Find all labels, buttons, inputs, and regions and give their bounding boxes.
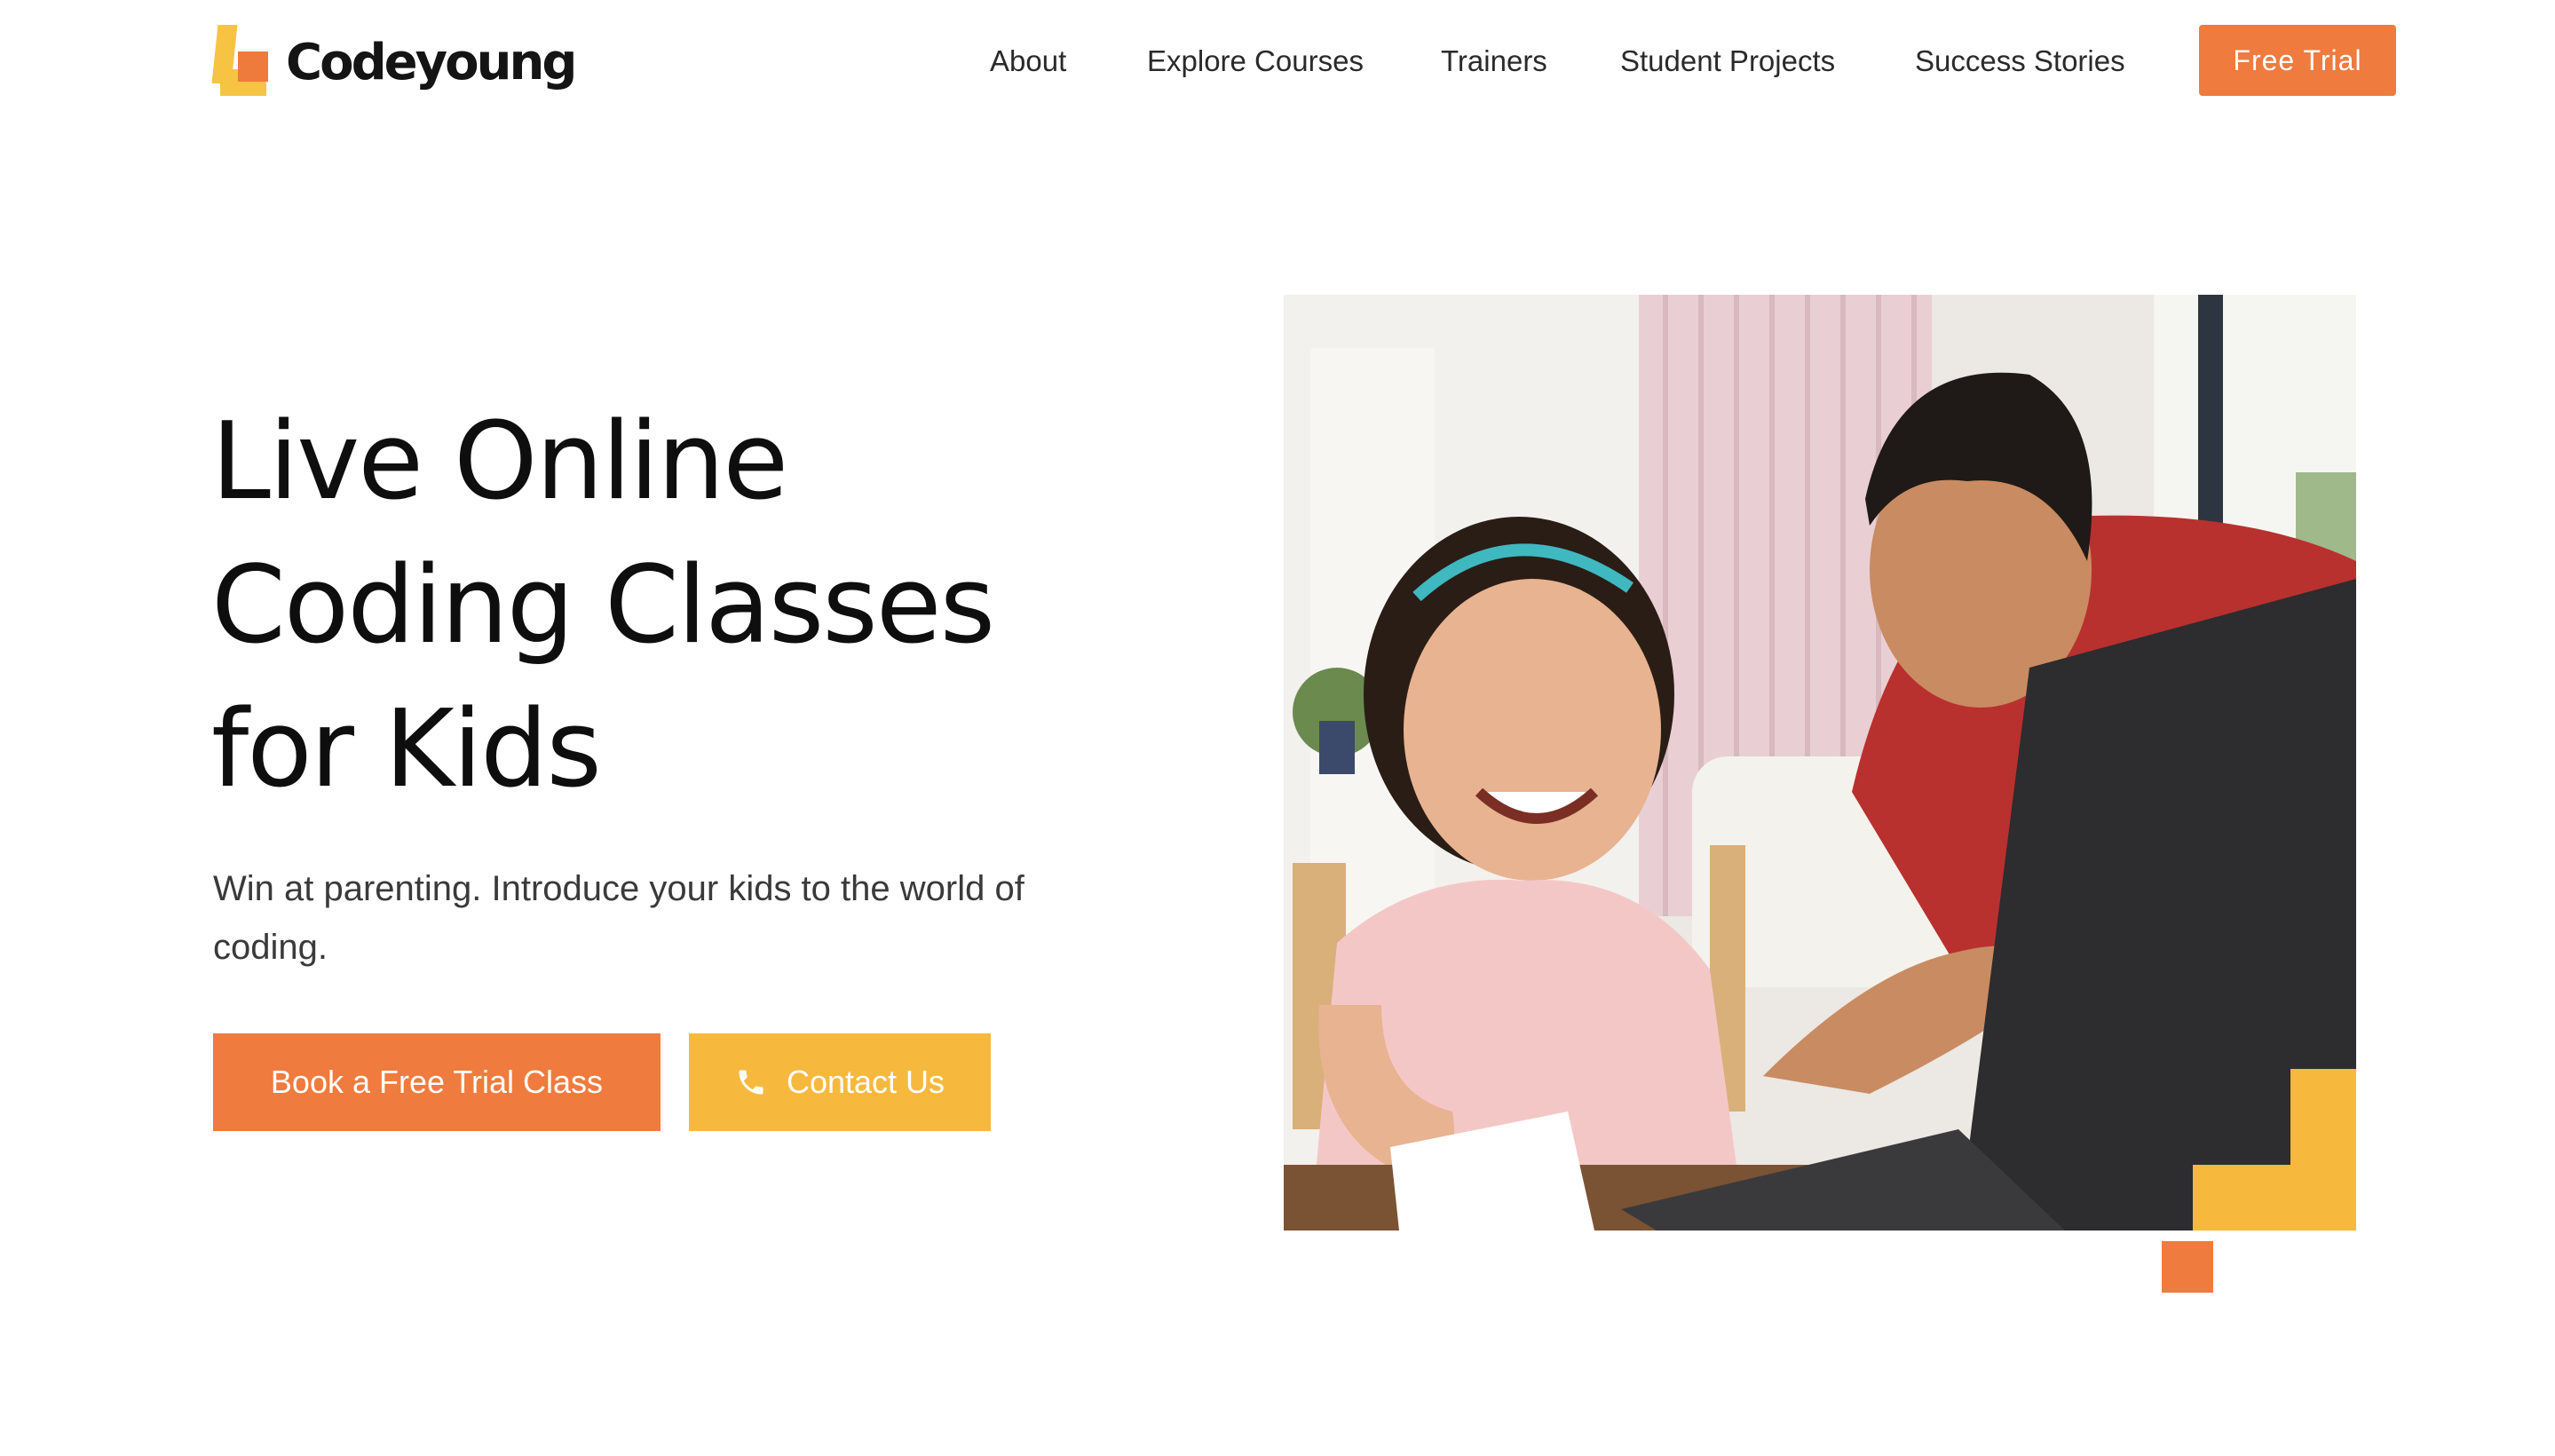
nav-about[interactable]: About	[990, 44, 1066, 78]
hero-photo-illustration	[1284, 295, 2356, 1230]
book-free-trial-button[interactable]: Book a Free Trial Class	[213, 1033, 661, 1131]
hero-title-line-3: for Kids	[211, 688, 602, 811]
contact-us-label: Contact Us	[786, 1064, 945, 1100]
decorative-orange-square	[2162, 1241, 2213, 1293]
hero-title-line-1: Live Online	[211, 400, 788, 524]
nav-explore-courses[interactable]: Explore Courses	[1147, 44, 1364, 78]
contact-us-button[interactable]: Contact Us	[689, 1033, 991, 1131]
hero-subtitle: Win at parenting. Introduce your kids to…	[213, 869, 1024, 967]
landing-page: Codeyoung About Explore Courses Trainers…	[0, 0, 2555, 1456]
nav-success-stories[interactable]: Success Stories	[1915, 44, 2125, 78]
main-nav: About Explore Courses Trainers Student P…	[0, 32, 2555, 94]
free-trial-button[interactable]: Free Trial	[2199, 25, 2396, 96]
nav-student-projects[interactable]: Student Projects	[1620, 44, 1835, 78]
hero-photo	[1284, 295, 2356, 1230]
hero-title: Live Online Coding Classes for Kids	[211, 391, 1099, 822]
hero-title-line-2: Coding Classes	[211, 544, 995, 668]
decorative-yellow-step	[2193, 1165, 2356, 1230]
phone-icon	[739, 1070, 763, 1095]
nav-trainers[interactable]: Trainers	[1441, 44, 1547, 78]
